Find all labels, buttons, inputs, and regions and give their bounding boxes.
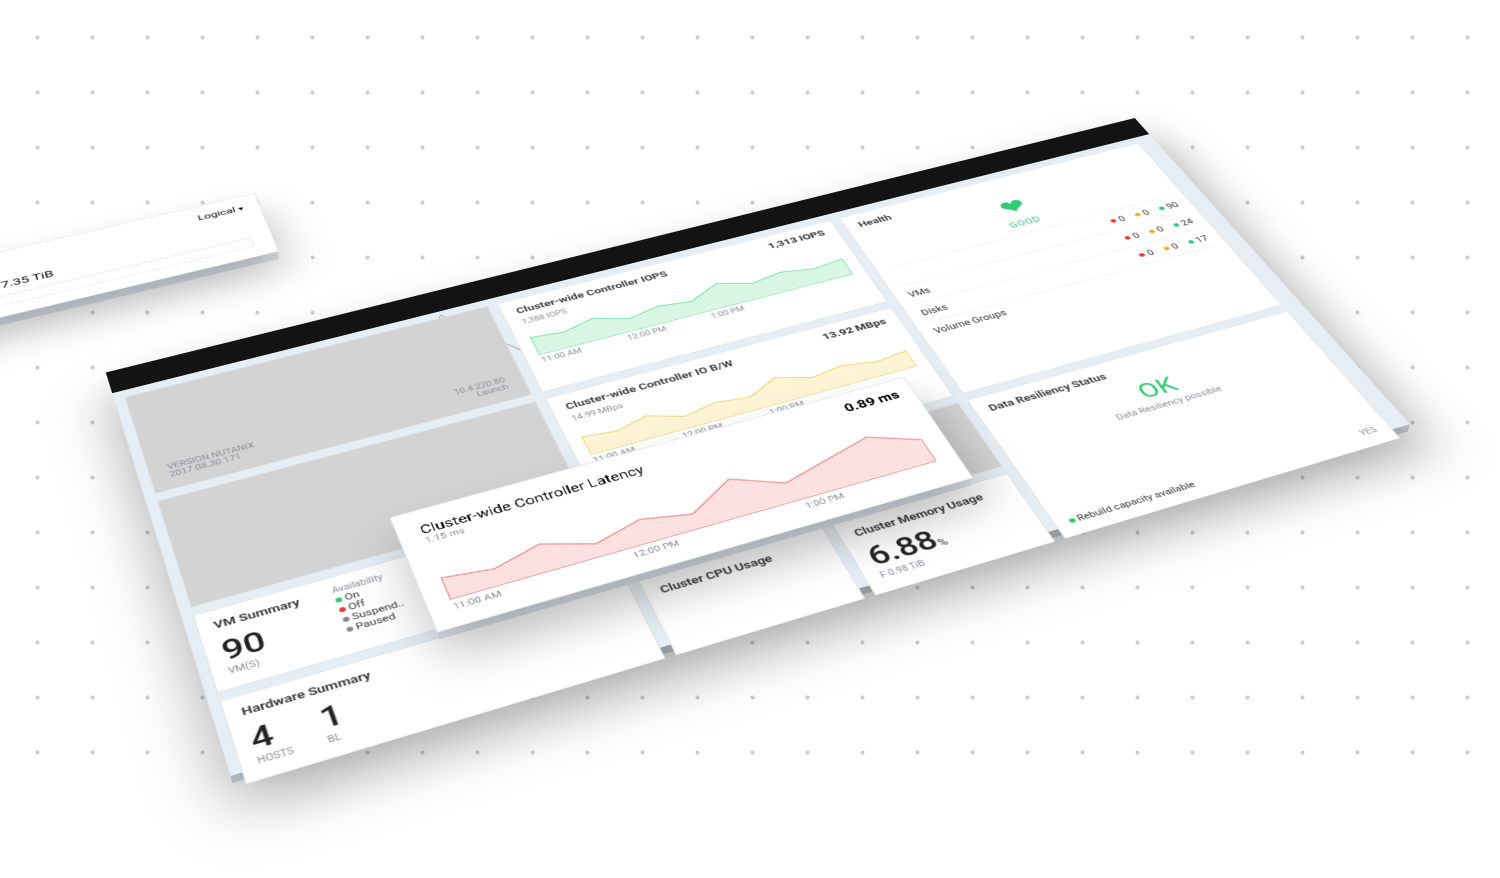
health-row2-yel: 0 xyxy=(1169,241,1181,250)
resiliency-sub: Data Resiliency possible xyxy=(1013,357,1319,451)
health-row2-red: 0 xyxy=(1145,248,1157,257)
health-row1-red: 0 xyxy=(1130,231,1142,240)
vm-sus-k: Suspend.. xyxy=(350,597,405,621)
vm-pau-k: Paused xyxy=(354,610,397,631)
version-value: 2017.08.30.171 xyxy=(169,448,258,478)
hw-blocks: 1 xyxy=(315,697,348,736)
vm-title: VM Summary xyxy=(212,593,313,632)
health-row1-grn: 24 xyxy=(1178,217,1195,227)
chevron-down-icon: ▾ xyxy=(237,205,244,212)
health-row0-grn: 90 xyxy=(1164,200,1181,210)
vm-col1: Availability xyxy=(331,573,385,595)
health-row0-red: 0 xyxy=(1116,214,1128,223)
resiliency-yes: YES xyxy=(1358,426,1379,438)
hw-hosts-label: HOSTS xyxy=(256,746,295,766)
health-row2-grn: 17 xyxy=(1193,233,1210,243)
mem-pct-unit: % xyxy=(935,536,950,548)
health-row2-label: Disks xyxy=(919,302,950,317)
mem-pct: 6.88 xyxy=(861,524,944,572)
health-row1-yel: 0 xyxy=(1154,224,1166,233)
vm-on-k: On xyxy=(343,588,361,602)
hw-hosts: 4 xyxy=(245,713,292,757)
vm-count-label: VM(S) xyxy=(227,639,329,676)
hw-blocks-label: BL xyxy=(327,729,352,745)
vm-off-k: Off xyxy=(347,598,367,612)
health-row1-label: VMs xyxy=(906,285,933,298)
health-row0-yel: 0 xyxy=(1140,208,1152,217)
vm-count: 90 xyxy=(217,609,326,667)
version-label: VERSION NUTANIX xyxy=(166,441,255,471)
